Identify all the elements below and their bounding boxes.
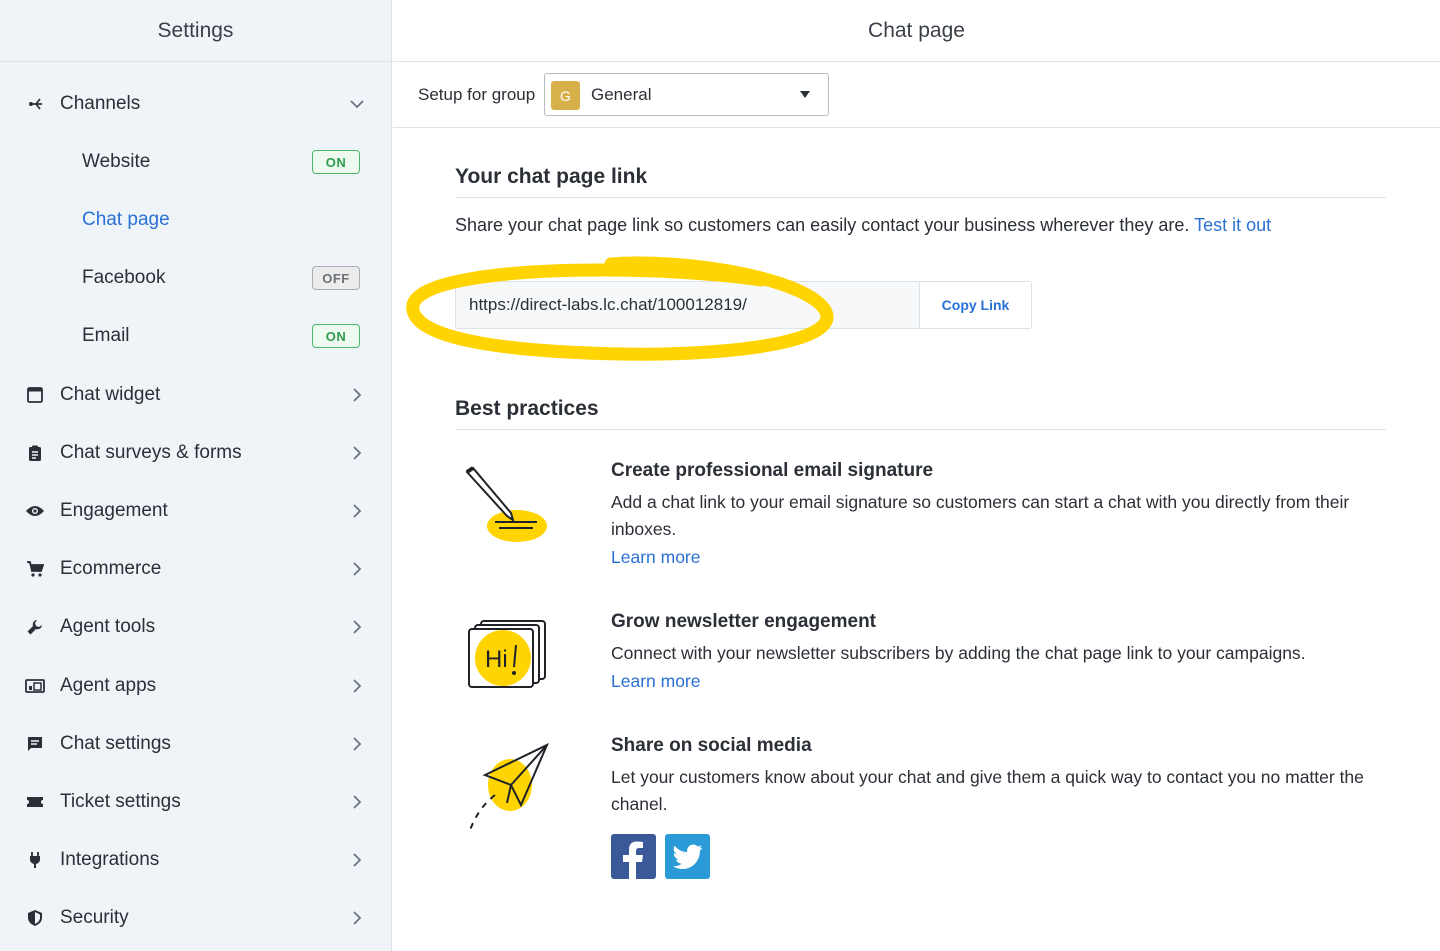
shield-icon	[24, 907, 46, 929]
sidebar-item-channels[interactable]: Channels	[0, 75, 392, 133]
group-bar: Setup for group G General	[393, 62, 1440, 128]
page-title: Chat page	[393, 0, 1440, 62]
main-content: Chat page Setup for group G General Your…	[393, 0, 1440, 951]
sidebar-item-chat-surveys[interactable]: Chat surveys & forms	[0, 424, 392, 482]
section-divider	[455, 429, 1386, 430]
wrench-icon	[24, 616, 46, 638]
sidebar-item-integrations[interactable]: Integrations	[0, 831, 392, 889]
sidebar-item-chat-settings[interactable]: Chat settings	[0, 715, 392, 773]
chat-bubble-icon	[24, 733, 46, 755]
group-avatar: G	[551, 81, 580, 110]
twitter-share-button[interactable]	[665, 834, 710, 879]
eye-icon	[24, 500, 46, 522]
chat-link-box: Copy Link	[455, 281, 1032, 329]
sidebar-item-label: Agent tools	[60, 616, 156, 637]
pen-signature-icon	[465, 466, 547, 542]
chevron-right-icon	[350, 679, 364, 693]
sidebar-item-label: Channels	[60, 93, 141, 114]
link-section-title: Your chat page link	[455, 165, 648, 188]
facebook-icon	[623, 841, 643, 879]
chevron-right-icon	[350, 737, 364, 751]
sidebar-item-ecommerce[interactable]: Ecommerce	[0, 540, 392, 598]
group-select[interactable]: G General	[544, 73, 829, 116]
widget-icon	[24, 384, 46, 406]
twitter-icon	[672, 844, 702, 869]
description-text: Share your chat page link so customers c…	[455, 215, 1190, 235]
sidebar-subitem-label: Email	[82, 325, 130, 346]
best-practices-title: Best practices	[455, 397, 599, 420]
ticket-icon	[24, 791, 46, 813]
chevron-right-icon	[350, 620, 364, 634]
newsletter-hi-icon: Hi	[468, 620, 546, 688]
chevron-right-icon	[350, 388, 364, 402]
sidebar-title: Settings	[0, 0, 391, 62]
best-practice-title: Create professional email signature	[611, 460, 934, 481]
sidebar-item-label: Chat surveys & forms	[60, 442, 242, 463]
learn-more-link[interactable]: Learn more	[611, 547, 701, 568]
sidebar-item-label: Integrations	[60, 849, 160, 870]
sidebar-subitem-facebook[interactable]: Facebook OFF	[0, 249, 392, 307]
plug-icon	[24, 849, 46, 871]
chevron-right-icon	[350, 504, 364, 518]
sidebar-item-label: Ticket settings	[60, 791, 181, 812]
sidebar-item-security[interactable]: Security	[0, 889, 392, 947]
sidebar-item-engagement[interactable]: Engagement	[0, 482, 392, 540]
clipboard-icon	[24, 442, 46, 464]
best-practice-text: Let your customers know about your chat …	[611, 767, 1364, 814]
chevron-right-icon	[350, 911, 364, 925]
sidebar-item-label: Chat widget	[60, 384, 161, 405]
cart-icon	[24, 558, 46, 580]
best-practice-title: Share on social media	[611, 735, 812, 756]
sidebar-subitem-chat-page[interactable]: Chat page	[0, 191, 392, 249]
chevron-right-icon	[350, 562, 364, 576]
sidebar-item-chat-widget[interactable]: Chat widget	[0, 366, 392, 424]
sidebar-item-ticket-settings[interactable]: Ticket settings	[0, 773, 392, 831]
best-practice-text: Add a chat link to your email signature …	[611, 492, 1350, 539]
status-toggle-on[interactable]: ON	[312, 150, 360, 174]
learn-more-link[interactable]: Learn more	[611, 671, 701, 692]
sidebar-item-agent-tools[interactable]: Agent tools	[0, 598, 392, 656]
sidebar-subitem-label: Website	[82, 151, 151, 172]
link-section-description: Share your chat page link so customers c…	[455, 215, 1271, 236]
chat-link-input[interactable]	[456, 282, 919, 328]
caret-down-icon	[800, 91, 810, 98]
sidebar-item-label: Engagement	[60, 500, 168, 521]
sidebar-subitem-website[interactable]: Website ON	[0, 133, 392, 191]
sidebar: Settings Channels Website ON Chat page F…	[0, 0, 392, 951]
chevron-right-icon	[350, 853, 364, 867]
best-practice-text: Connect with your newsletter subscribers…	[611, 643, 1306, 663]
best-practice-title: Grow newsletter engagement	[611, 611, 877, 632]
section-divider	[455, 197, 1386, 198]
sidebar-item-label: Ecommerce	[60, 558, 162, 579]
group-select-value: General	[591, 85, 652, 104]
copy-link-button[interactable]: Copy Link	[919, 282, 1031, 328]
sidebar-item-agent-apps[interactable]: Agent apps	[0, 657, 392, 715]
test-it-out-link[interactable]: Test it out	[1194, 215, 1271, 235]
sidebar-subitem-label: Chat page	[82, 209, 170, 230]
sidebar-item-label: Agent apps	[60, 675, 157, 696]
status-toggle-on[interactable]: ON	[312, 324, 360, 348]
status-toggle-off[interactable]: OFF	[312, 266, 360, 290]
apps-icon	[24, 675, 46, 697]
facebook-share-button[interactable]	[611, 834, 656, 879]
chevron-down-icon	[350, 97, 364, 111]
sidebar-subitem-label: Facebook	[82, 267, 166, 288]
sidebar-item-label: Security	[60, 907, 129, 928]
sidebar-subitem-email[interactable]: Email ON	[0, 307, 392, 365]
chevron-right-icon	[350, 446, 364, 460]
channels-icon	[24, 93, 46, 115]
chevron-right-icon	[350, 795, 364, 809]
paper-plane-icon	[468, 742, 549, 834]
hi-text: Hi	[485, 646, 508, 673]
sidebar-item-label: Chat settings	[60, 733, 171, 754]
group-label: Setup for group	[418, 85, 536, 104]
